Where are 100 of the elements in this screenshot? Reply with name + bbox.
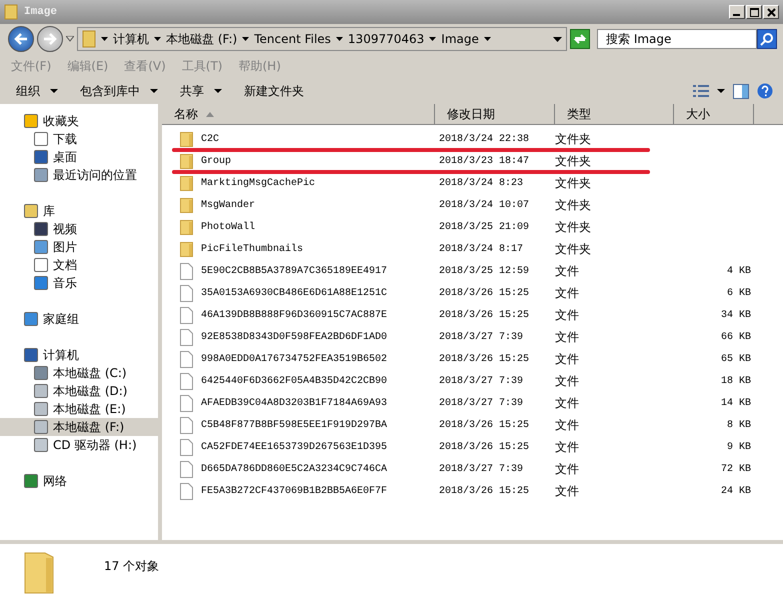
table-cell-text: 文件 [555, 372, 580, 390]
table-cell-text: 文件 [555, 394, 580, 412]
breadcrumb[interactable]: 本地磁盘 (F:) [166, 30, 238, 48]
sidebar-item[interactable]: 文档 [0, 256, 158, 274]
table-cell-text: 文件夹 [555, 130, 592, 148]
breadcrumb[interactable]: 计算机 [113, 30, 149, 48]
file-name[interactable]: 5E90C2CB8B5A3789A7C365189EE4917 [201, 266, 388, 276]
file-name[interactable]: AFAEDB39C04A8D3203B1F7184A69A93 [201, 398, 388, 408]
breadcrumb[interactable]: Tencent Files [254, 32, 331, 46]
breadcrumb[interactable]: 1309770463 [348, 32, 424, 46]
table-cell-text: 2018/3/27 7:39 [438, 332, 524, 342]
sidebar-header[interactable]: 收藏夹 [43, 112, 79, 130]
sidebar-item[interactable]: 桌面 [0, 148, 158, 166]
file-icon [180, 460, 193, 478]
caret-icon[interactable] [154, 37, 161, 41]
table-cell-text: 文件夹 [555, 218, 592, 236]
sidebar-item[interactable]: 视频 [0, 220, 158, 238]
file-name[interactable]: PicFileThumbnails [201, 244, 304, 254]
sidebar-item[interactable]: 音乐 [0, 274, 158, 292]
file-name[interactable]: C2C [201, 134, 220, 144]
sidebar-header[interactable]: 家庭组 [43, 310, 79, 328]
folder-icon [180, 220, 193, 234]
table-cell: 72 KB [720, 464, 751, 474]
table-cell-text: 2018/3/24 8:23 [438, 178, 524, 188]
list-view-icon[interactable] [693, 84, 709, 98]
forward-button[interactable] [37, 26, 63, 52]
table-cell-text: 文件 [555, 262, 580, 280]
folder-icon [180, 242, 193, 256]
table-cell: 18 KB [720, 376, 751, 386]
table-cell-text: 2018/3/23 18:47 [438, 156, 530, 166]
folder-icon [180, 176, 193, 190]
breadcrumb[interactable]: Image [441, 32, 479, 46]
caret-icon[interactable] [242, 37, 250, 41]
folder-icon [180, 154, 193, 168]
sort-arrow-icon [206, 112, 214, 116]
file-name[interactable]: 6425440F6D3662F05A4B35D42C2CB90 [201, 376, 388, 386]
table-cell-text: 2018/3/26 15:25 [438, 420, 530, 430]
sidebar-item[interactable]: 最近访问的位置 [0, 166, 158, 184]
folder-icon [180, 132, 193, 146]
sidebar-item[interactable]: CD 驱动器 (H:) [0, 436, 158, 454]
table-cell-text: 2018/3/26 15:25 [438, 288, 530, 298]
caret-icon[interactable] [101, 37, 108, 41]
search-icon [760, 32, 774, 46]
table-cell: 65 KB [720, 354, 751, 364]
file-name[interactable]: MsgWander [201, 200, 256, 210]
sidebar-item[interactable]: 下载 [0, 130, 158, 148]
caret-icon[interactable] [429, 37, 436, 41]
help-icon[interactable] [757, 83, 773, 99]
maximize-button[interactable] [746, 5, 762, 19]
file-name[interactable]: 998A0EDD0A176734752FEA3519B6502 [201, 354, 388, 364]
toolbar-button[interactable]: 新建文件夹 [238, 80, 312, 102]
file-name[interactable]: 46A139DB8B888F96D360915C7AC887E [201, 310, 388, 320]
caret-icon [150, 89, 158, 93]
folder-icon [24, 550, 54, 594]
column-header[interactable]: 大小 [674, 104, 754, 124]
sidebar-item[interactable]: 图片 [0, 238, 158, 256]
back-button[interactable] [8, 26, 34, 52]
table-cell: 34 KB [720, 310, 751, 320]
sidebar-item[interactable]: 本地磁盘 (D:) [0, 382, 158, 400]
minimize-button[interactable] [729, 5, 745, 19]
table-cell-text: 文件 [555, 284, 580, 302]
sidebar-header[interactable]: 计算机 [43, 346, 79, 364]
preview-pane-icon[interactable] [733, 84, 749, 98]
caret-icon[interactable] [717, 89, 725, 93]
table-cell-text: 2018/3/24 10:07 [438, 200, 530, 210]
toolbar-button[interactable]: 共享 [174, 80, 230, 102]
table-cell-text: 2018/3/26 15:25 [438, 310, 530, 320]
toolbar-button[interactable]: 包含到库中 [74, 80, 166, 102]
column-header[interactable]: 名称 [162, 104, 435, 124]
file-name[interactable]: MarktingMsgCachePic [201, 178, 316, 188]
left-arrow-icon [13, 32, 29, 46]
file-name[interactable]: C5B48F877B8BF598E5EE1F919D297BA [201, 420, 388, 430]
sidebar-item[interactable]: 本地磁盘 (C:) [0, 364, 158, 382]
dropdown-arrow-icon[interactable] [553, 36, 562, 42]
sidebar-header[interactable]: 库 [43, 202, 55, 220]
file-name[interactable]: CA52FDE74EE1653739D267563E1D395 [201, 442, 388, 452]
search-field[interactable]: 搜索 Image [597, 29, 757, 49]
sidebar-header[interactable]: 网络 [43, 472, 67, 490]
caret-icon[interactable] [484, 37, 491, 41]
address-bar[interactable]: 计算机 本地磁盘 (F:) Tencent Files 1309770463 Image [77, 27, 567, 51]
table-cell-text: 文件 [555, 482, 580, 500]
file-icon [180, 284, 193, 302]
sidebar-item[interactable]: 本地磁盘 (F:) [0, 418, 158, 436]
file-name[interactable]: Group [201, 156, 232, 166]
search-button[interactable] [757, 29, 777, 49]
column-header[interactable]: 类型 [555, 104, 674, 124]
file-name[interactable]: 92E8538D8343D0F598FEA2BD6DF1AD0 [201, 332, 388, 342]
table-cell-text: 2018/3/25 12:59 [438, 266, 530, 276]
table-cell: 9 KB [726, 442, 751, 452]
sidebar-item[interactable]: 本地磁盘 (E:) [0, 400, 158, 418]
right-arrow-icon [42, 32, 58, 46]
file-name[interactable]: FE5A3B272CF437069B1B2BB5A6E0F7F [201, 486, 388, 496]
file-name[interactable]: D665DA786DD860E5C2A3234C9C746CA [201, 464, 388, 474]
refresh-button[interactable] [570, 29, 590, 49]
file-name[interactable]: 35A0153A6930CB486E6D61A88E1251C [201, 288, 388, 298]
file-name[interactable]: PhotoWall [201, 222, 256, 232]
column-header[interactable]: 修改日期 [435, 104, 555, 124]
toolbar-button[interactable]: 组织 [10, 80, 66, 102]
caret-icon[interactable] [336, 37, 343, 41]
close-button[interactable] [763, 5, 779, 19]
